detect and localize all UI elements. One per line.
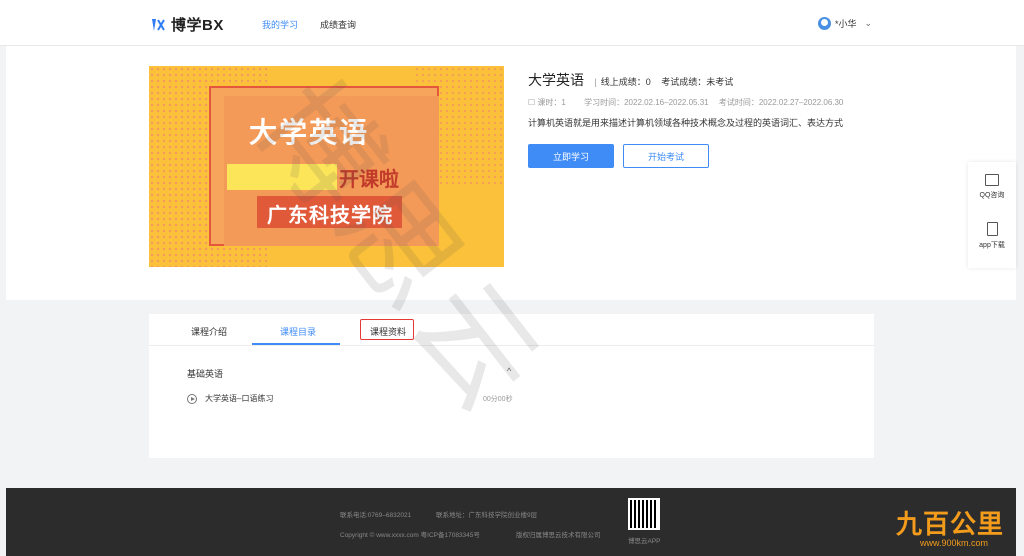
course-info: 大学英语 | 线上成绩：0 考试成绩：未考试 ☐ 课时：1 学习时间：2022.0… (528, 70, 888, 129)
nav-item-score-query[interactable]: 成绩查询 (320, 18, 356, 31)
online-score: | 线上成绩：0 (594, 77, 651, 87)
chat-icon (985, 174, 999, 186)
exam-time: 考试时间：2022.02.27–2022.06.30 (718, 98, 844, 107)
tab-course-intro[interactable]: 课程介绍 (191, 325, 227, 338)
avatar (817, 17, 831, 30)
user-menu[interactable]: *小华 ⌄ (817, 17, 872, 30)
cover-school: 广东科技学院 (267, 205, 393, 227)
app-download-button[interactable]: app下载 (968, 222, 1016, 250)
app-download-label: app下载 (979, 242, 1005, 249)
footer-address: 联系地址：广东科技学院创业楼9层 (436, 512, 538, 519)
logo[interactable]: 博学BX (150, 14, 224, 35)
tablet-icon (986, 222, 998, 236)
course-description: 计算机英语就是用来描述计算机领域各种技术概念及过程的英语词汇、表达方式 (528, 118, 844, 128)
tab-course-catalog[interactable]: 课程目录 (280, 325, 316, 338)
course-title: 大学英语 (528, 72, 584, 88)
footer-copyright: Copyright © www.xxxx.com 粤ICP备17083345号 (340, 532, 480, 539)
lesson-title: 大学英语–口语练习 (205, 394, 274, 403)
logo-text: 博学BX (171, 17, 224, 34)
cover-yellow-bar (227, 164, 337, 190)
qq-consult-label: QQ咨询 (979, 192, 1005, 199)
lesson-duration: 00分00秒 (483, 396, 513, 403)
chevron-down-icon: ⌄ (864, 18, 872, 28)
float-panel: QQ咨询 app下载 (968, 162, 1016, 268)
footer-phone: 联系电话:0769–6832021 (340, 512, 412, 519)
course-cover-image: 大学英语 开课啦 广东科技学院 (149, 66, 504, 267)
active-tab-underline (252, 343, 340, 345)
exam-score: 考试成绩：未考试 (661, 77, 734, 87)
lessons-count: ☐ 课时：1 (528, 98, 566, 107)
course-meta: ☐ 课时：1 学习时间：2022.02.16–2022.05.31 考试时间：2… (528, 97, 888, 108)
footer-rights: 版权归属博思云技术有限公司 (516, 532, 601, 539)
chevron-up-icon[interactable]: ^ (507, 366, 511, 376)
logo-icon (152, 18, 165, 31)
qq-consult-button[interactable]: QQ咨询 (968, 174, 1016, 200)
section-title[interactable]: 基础英语 (187, 367, 223, 380)
qr-code-image (628, 498, 660, 530)
badge-url: www.900km.com (920, 538, 989, 548)
top-nav: 博学BX 我的学习 成绩查询 *小华 ⌄ (0, 0, 1024, 46)
nav-item-my-study[interactable]: 我的学习 (262, 18, 298, 31)
cover-subtitle: 开课啦 (339, 169, 399, 191)
lesson-item[interactable]: 大学英语–口语练习 (187, 393, 273, 404)
tab-highlight-box (360, 319, 414, 340)
tab-bar: 课程介绍 课程目录 课程资料 (149, 314, 874, 346)
footer (6, 488, 1016, 556)
start-exam-button[interactable]: 开始考试 (623, 144, 709, 168)
badge-text: 九百公里 (896, 510, 1005, 540)
play-icon (187, 393, 197, 404)
cover-title: 大学英语 (249, 117, 370, 148)
footer-app-label: 博思云APP (628, 538, 661, 545)
site-badge-logo: 九百公里 www.900km.com (880, 498, 1020, 554)
start-study-button[interactable]: 立即学习 (528, 144, 614, 168)
course-content-box: 课程介绍 课程目录 课程资料 基础英语 ^ 大学英语–口语练习 00分00秒 (149, 314, 874, 458)
study-time: 学习时间：2022.02.16–2022.05.31 (584, 98, 709, 107)
user-name: *小华 (834, 19, 857, 29)
